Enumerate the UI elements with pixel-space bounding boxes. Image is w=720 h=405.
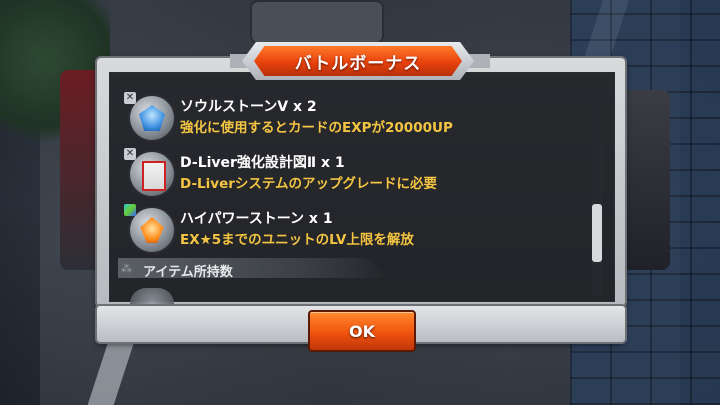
dialog-title: バトルボーナス (254, 46, 462, 76)
reward-item: ✕ D-Liver強化設計図Ⅱ x 1 D-Liverシステムのアップグレードに… (124, 148, 568, 206)
reward-item: ✕ ソウルストーンⅤ x 2 強化に使用するとカードのEXPが20000UP (124, 92, 568, 150)
scrollbar-track[interactable] (592, 88, 602, 296)
orange-crystal-icon (124, 204, 174, 252)
reward-description: D-Liverシステムのアップグレードに必要 (180, 176, 437, 192)
reward-name: D-Liver強化設計図Ⅱ x 1 (180, 155, 345, 171)
reward-description: EX★5までのユニットのLV上限を解放 (180, 232, 414, 248)
blueprint-icon: ✕ (124, 148, 174, 196)
owned-item-icon (130, 288, 174, 304)
scrollbar-thumb[interactable] (592, 204, 602, 262)
reward-name: ハイパワーストーン x 1 (180, 211, 333, 227)
robot-silhouette (250, 0, 384, 44)
reward-item: ハイパワーストーン x 1 EX★5までのユニットのLV上限を解放 (124, 204, 568, 262)
ok-button[interactable]: OK (308, 310, 416, 352)
reward-description: 強化に使用するとカードのEXPが20000UP (180, 120, 453, 136)
section-label: アイテム所持数 (143, 265, 233, 280)
blue-crystal-icon: ✕ (124, 92, 174, 140)
reward-name: ソウルストーンⅤ x 2 (180, 99, 317, 115)
items-icon: ⁂ (121, 262, 132, 275)
